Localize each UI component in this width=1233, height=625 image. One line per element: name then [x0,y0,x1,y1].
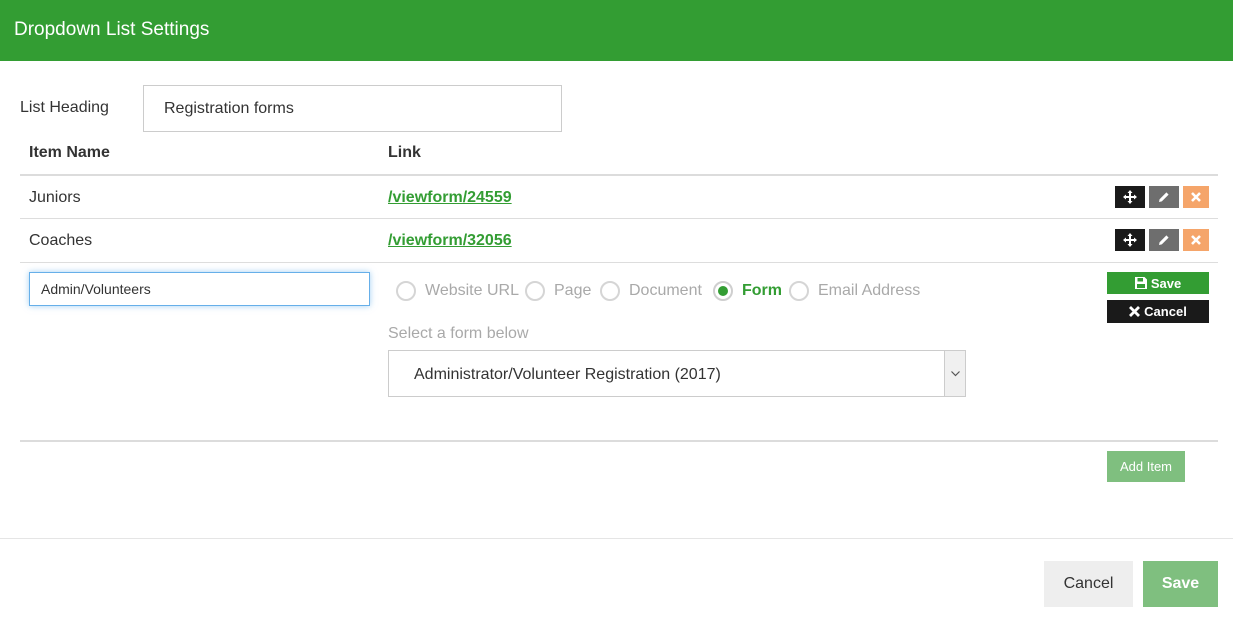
row-item-link[interactable]: /viewform/24559 [388,189,512,207]
dialog-title: Dropdown List Settings [14,19,210,40]
radio-label: Document [629,282,702,299]
table-row: Juniors /viewform/24559 [20,175,1218,218]
column-header-link: Link [388,144,421,161]
radio-label: Page [554,282,592,299]
row-divider [20,262,1218,263]
select-form-label: Select a form below [388,325,529,342]
radio-email-address[interactable]: Email Address [789,281,920,301]
delete-button[interactable] [1183,186,1209,208]
list-heading-label: List Heading [20,99,109,116]
move-button[interactable] [1115,186,1145,208]
radio-page[interactable]: Page [525,281,591,301]
radio-circle[interactable] [525,281,545,301]
form-select-value: Administrator/Volunteer Registration (20… [414,366,721,383]
add-item-button[interactable]: Add Item [1107,451,1185,482]
select-arrow[interactable] [944,351,965,396]
floppy-disk-icon [1134,277,1147,289]
column-header-item-name: Item Name [29,144,110,161]
radio-circle[interactable] [789,281,809,301]
close-icon [1191,235,1201,245]
cancel-item-label: Cancel [1144,304,1187,319]
edit-button[interactable] [1149,186,1179,208]
close-icon [1129,306,1141,317]
pencil-icon [1159,235,1169,245]
radio-website-url[interactable]: Website URL [396,281,519,301]
save-button[interactable]: Save [1143,561,1218,607]
radio-document[interactable]: Document [600,281,702,301]
form-select[interactable]: Administrator/Volunteer Registration (20… [388,350,966,397]
delete-button[interactable] [1183,229,1209,251]
save-item-button[interactable]: Save [1107,272,1209,294]
radio-circle[interactable] [713,281,733,301]
list-heading-input[interactable]: Registration forms [143,85,562,132]
move-icon [1123,190,1137,204]
close-icon [1191,192,1201,202]
radio-circle[interactable] [396,281,416,301]
footer-divider [0,538,1233,539]
radio-label: Form [742,282,782,299]
edit-button[interactable] [1149,229,1179,251]
radio-form[interactable]: Form [713,281,782,301]
chevron-down-icon [950,370,960,376]
pencil-icon [1159,192,1169,202]
list-bottom-divider [20,440,1218,442]
table-row: Coaches /viewform/32056 [20,218,1218,261]
radio-label: Website URL [425,282,519,299]
dialog-header: Dropdown List Settings [0,0,1233,61]
radio-circle[interactable] [600,281,620,301]
row-item-name: Juniors [29,189,81,206]
row-item-link[interactable]: /viewform/32056 [388,232,512,250]
radio-selected-dot [718,286,728,296]
move-icon [1123,233,1137,247]
cancel-button[interactable]: Cancel [1044,561,1133,607]
move-button[interactable] [1115,229,1145,251]
radio-label: Email Address [818,282,921,299]
row-item-name: Coaches [29,232,93,249]
item-name-input[interactable]: Admin/Volunteers [29,272,370,306]
cancel-item-button[interactable]: Cancel [1107,300,1209,323]
save-item-label: Save [1150,275,1182,291]
